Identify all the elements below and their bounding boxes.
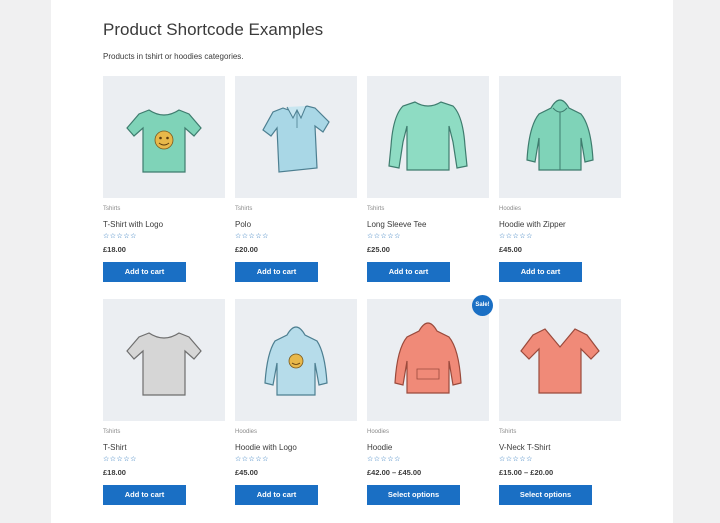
add-to-cart-button[interactable]: Add to cart xyxy=(103,262,186,282)
product-card: Tshirts Long Sleeve Tee ☆☆☆☆☆ £25.00 Add… xyxy=(367,76,489,282)
product-price: £25.00 xyxy=(367,245,390,254)
product-image[interactable]: Sale! xyxy=(367,295,493,421)
product-name[interactable]: T-Shirt xyxy=(103,443,225,453)
star-rating: ☆☆☆☆☆ xyxy=(367,456,401,463)
product-image[interactable] xyxy=(499,299,621,421)
content-area: Product Shortcode Examples Products in t… xyxy=(51,0,673,523)
product-name[interactable]: T-Shirt with Logo xyxy=(103,220,225,230)
long-sleeve-tee-icon xyxy=(388,101,468,171)
product-name[interactable]: Hoodie xyxy=(367,443,489,453)
page-subtitle: Products in tshirt or hoodies categories… xyxy=(103,52,244,61)
product-card: Tshirts V-Neck T-Shirt ☆☆☆☆☆ £15.00 – £2… xyxy=(499,299,621,505)
select-options-button[interactable]: Select options xyxy=(499,485,592,505)
product-price: £15.00 – £20.00 xyxy=(499,468,554,477)
add-to-cart-button[interactable]: Add to cart xyxy=(235,262,318,282)
product-name[interactable]: Hoodie with Logo xyxy=(235,443,357,453)
hoodie-icon xyxy=(394,322,462,394)
product-image[interactable] xyxy=(235,299,357,421)
zip-hoodie-icon xyxy=(526,99,594,171)
page-title: Product Shortcode Examples xyxy=(103,20,324,39)
product-name[interactable]: V-Neck T-Shirt xyxy=(499,443,621,453)
add-to-cart-button[interactable]: Add to cart xyxy=(235,485,318,505)
product-price: £18.00 xyxy=(103,468,126,477)
tshirt-icon xyxy=(126,109,202,173)
product-image[interactable] xyxy=(103,76,225,198)
product-image[interactable] xyxy=(103,299,225,421)
product-name[interactable]: Long Sleeve Tee xyxy=(367,220,489,230)
product-category: Hoodies xyxy=(367,429,390,435)
product-name[interactable]: Polo xyxy=(235,220,357,230)
product-category: Tshirts xyxy=(367,206,385,212)
star-rating: ☆☆☆☆☆ xyxy=(235,233,269,240)
product-card: Tshirts Polo ☆☆☆☆☆ £20.00 Add to cart xyxy=(235,76,357,282)
product-name[interactable]: Hoodie with Zipper xyxy=(499,220,621,230)
product-card: Hoodies Hoodie with Zipper ☆☆☆☆☆ £45.00 … xyxy=(499,76,621,282)
product-category: Tshirts xyxy=(103,206,121,212)
product-category: Tshirts xyxy=(235,206,253,212)
star-rating: ☆☆☆☆☆ xyxy=(103,233,137,240)
product-price: £42.00 – £45.00 xyxy=(367,468,422,477)
product-category: Hoodies xyxy=(499,206,522,212)
add-to-cart-button[interactable]: Add to cart xyxy=(499,262,582,282)
hoodie-icon xyxy=(264,326,328,396)
product-price: £45.00 xyxy=(235,468,258,477)
product-price: £18.00 xyxy=(103,245,126,254)
product-image[interactable] xyxy=(235,76,357,198)
polo-shirt-icon xyxy=(262,105,330,173)
vneck-tshirt-icon xyxy=(520,328,600,394)
product-category: Tshirts xyxy=(499,429,517,435)
product-category: Tshirts xyxy=(103,429,121,435)
star-rating: ☆☆☆☆☆ xyxy=(499,456,533,463)
product-price: £45.00 xyxy=(499,245,522,254)
star-rating: ☆☆☆☆☆ xyxy=(103,456,137,463)
product-price: £20.00 xyxy=(235,245,258,254)
star-rating: ☆☆☆☆☆ xyxy=(499,233,533,240)
product-card: Tshirts T-Shirt with Logo ☆☆☆☆☆ £18.00 A… xyxy=(103,76,225,282)
add-to-cart-button[interactable]: Add to cart xyxy=(367,262,450,282)
product-card: Hoodies Hoodie with Logo ☆☆☆☆☆ £45.00 Ad… xyxy=(235,299,357,505)
product-category: Hoodies xyxy=(235,429,258,435)
product-card: Tshirts T-Shirt ☆☆☆☆☆ £18.00 Add to cart xyxy=(103,299,225,505)
add-to-cart-button[interactable]: Add to cart xyxy=(103,485,186,505)
tshirt-icon xyxy=(126,332,202,396)
star-rating: ☆☆☆☆☆ xyxy=(367,233,401,240)
sale-badge: Sale! xyxy=(472,295,493,316)
star-rating: ☆☆☆☆☆ xyxy=(235,456,269,463)
product-image[interactable] xyxy=(367,76,489,198)
product-image[interactable] xyxy=(499,76,621,198)
product-card: Sale! Hoodies Hoodie ☆☆☆☆☆ £42.00 – £45.… xyxy=(367,295,493,505)
select-options-button[interactable]: Select options xyxy=(367,485,460,505)
